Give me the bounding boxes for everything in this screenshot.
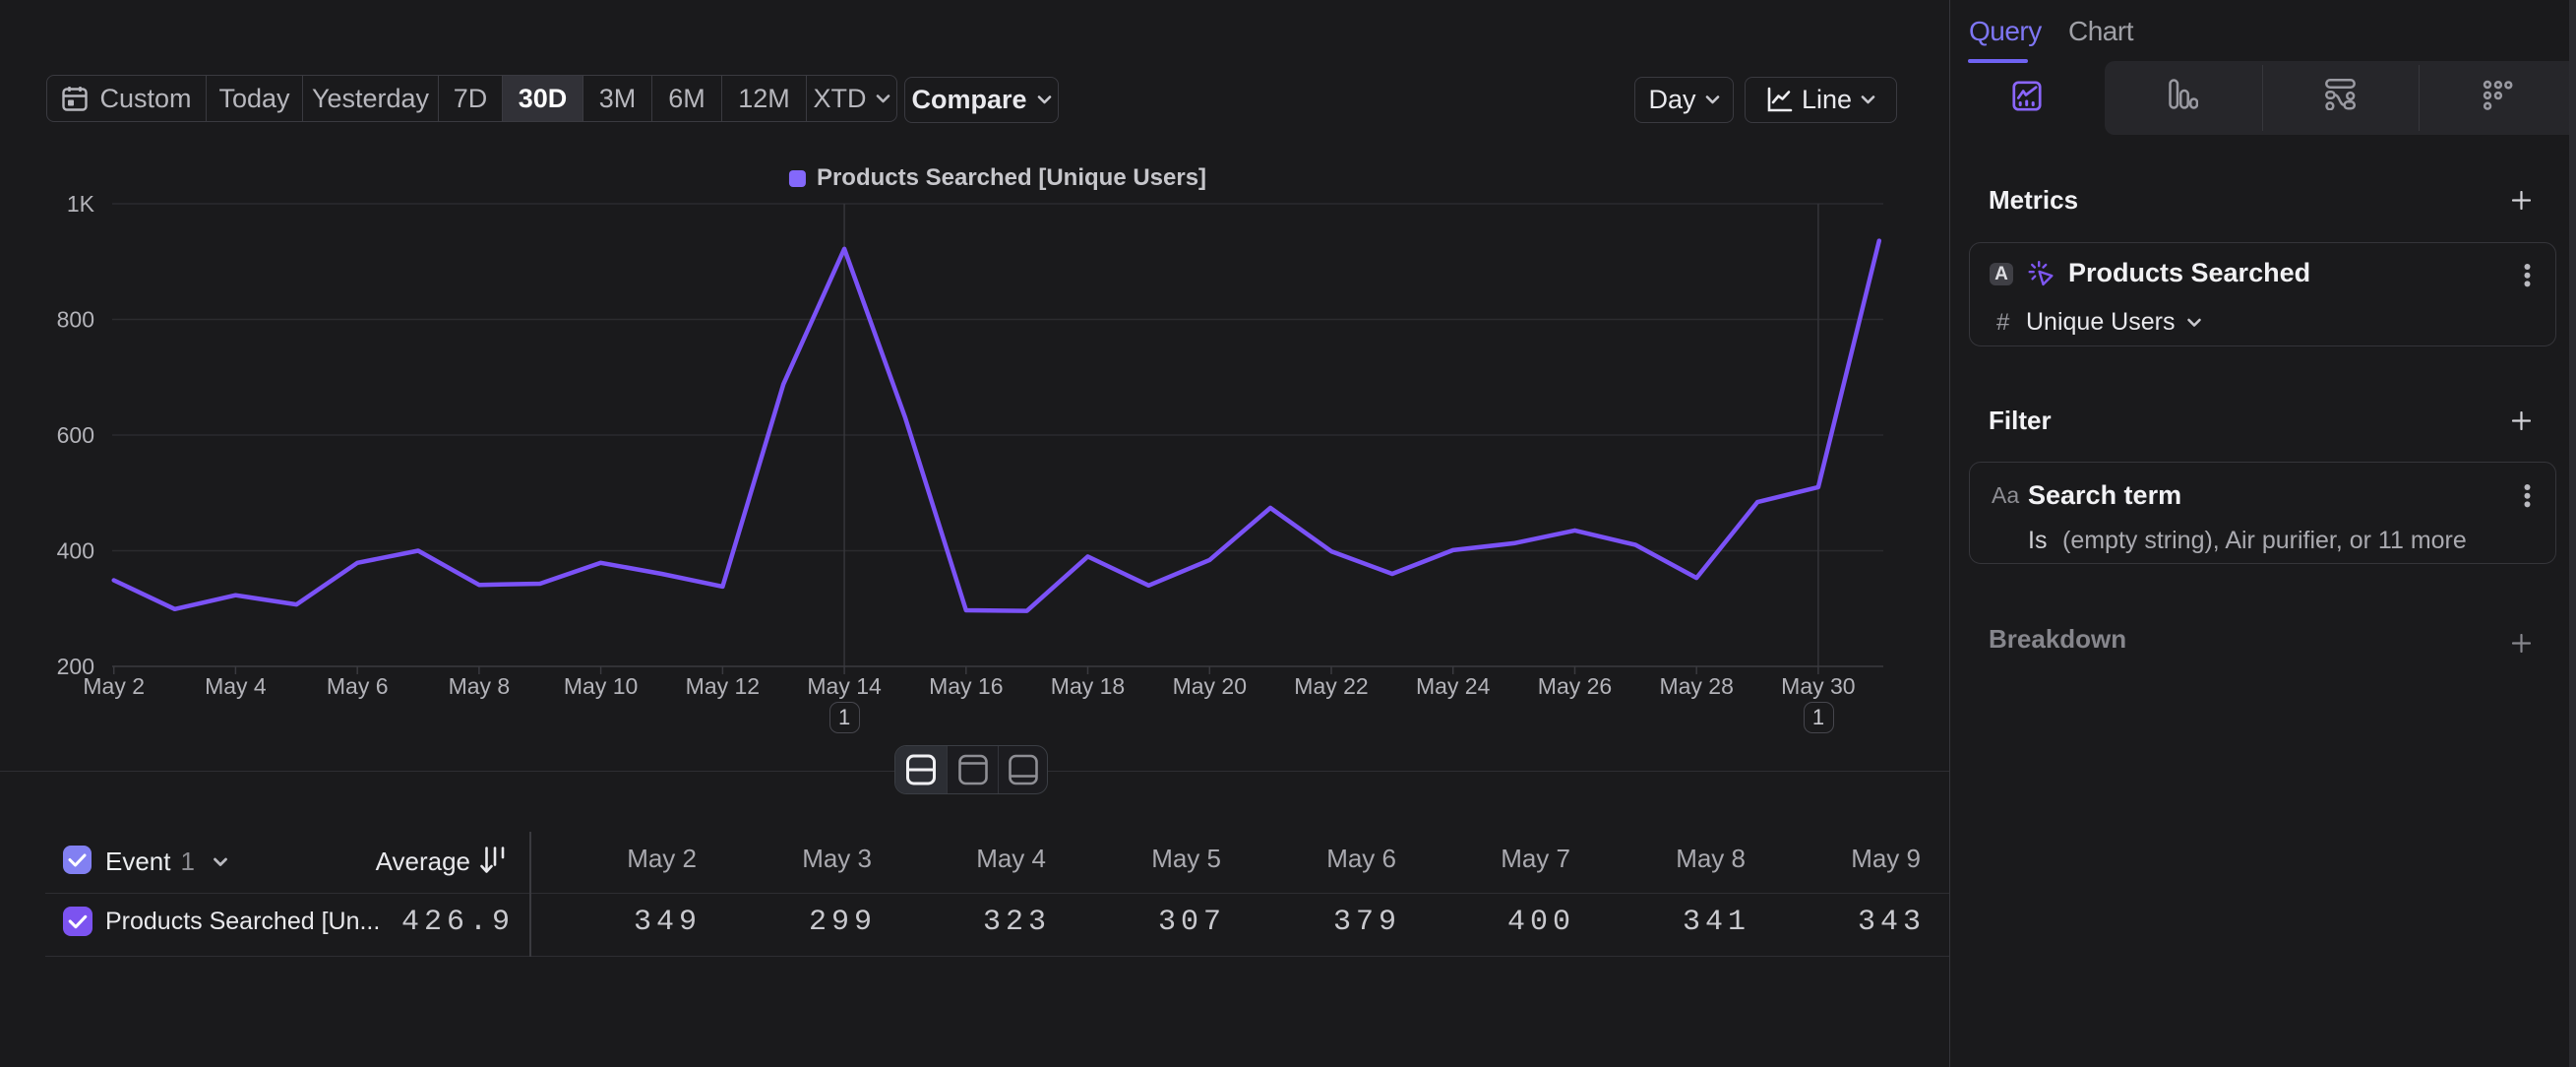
svg-text:May 24: May 24 (1416, 673, 1491, 699)
svg-text:May 26: May 26 (1538, 673, 1612, 699)
svg-text:600: 600 (57, 422, 94, 448)
svg-text:May 6: May 6 (327, 673, 389, 699)
svg-text:1K: 1K (67, 191, 95, 217)
svg-text:May 8: May 8 (449, 673, 511, 699)
svg-text:May 4: May 4 (205, 673, 267, 699)
svg-text:May 12: May 12 (686, 673, 760, 699)
svg-text:May 30: May 30 (1781, 673, 1855, 699)
svg-text:May 18: May 18 (1051, 673, 1125, 699)
svg-text:May 14: May 14 (807, 673, 882, 699)
svg-text:May 10: May 10 (564, 673, 638, 699)
svg-text:May 20: May 20 (1173, 673, 1247, 699)
svg-text:400: 400 (57, 538, 94, 564)
svg-text:May 16: May 16 (929, 673, 1003, 699)
svg-text:May 22: May 22 (1294, 673, 1368, 699)
svg-text:May 2: May 2 (83, 673, 145, 699)
svg-text:800: 800 (57, 307, 94, 333)
svg-text:May 28: May 28 (1659, 673, 1733, 699)
